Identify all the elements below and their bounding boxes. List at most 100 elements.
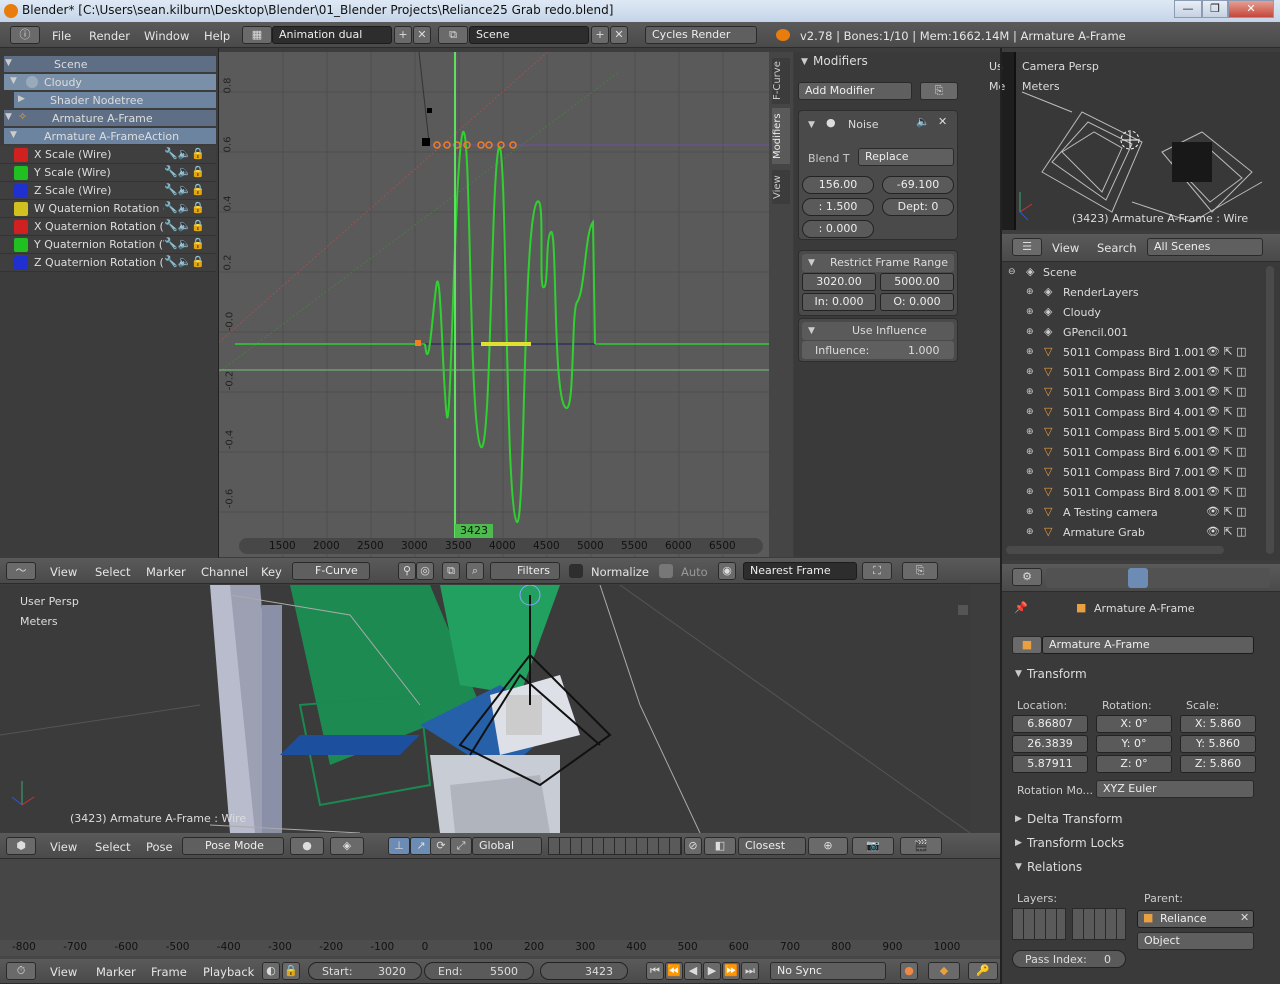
range-start-field[interactable]: 3020.00 — [802, 273, 876, 291]
outliner-visibility-icons[interactable]: 👁 ⇱ ◫ — [1206, 485, 1247, 498]
fcurve-channel-icons[interactable]: 🔧🔈🔒 — [164, 237, 206, 250]
expand-armature-icon[interactable]: ▼ — [5, 112, 12, 122]
render-engine-dropdown[interactable]: Cycles Render — [645, 26, 757, 44]
fcurve-visibility-toggle[interactable] — [14, 148, 28, 162]
auto-snap-dropdown[interactable]: Nearest Frame — [743, 562, 857, 580]
outliner-expand-icon[interactable]: ⊕ — [1026, 487, 1034, 497]
outliner-expand-icon[interactable]: ⊕ — [1026, 347, 1034, 357]
timeline-menu-marker[interactable]: Marker — [96, 965, 136, 979]
copy-modifier-button[interactable]: ⎘ — [920, 82, 958, 100]
next-key-icon[interactable]: ⏩ — [722, 962, 740, 980]
noise-strength-field[interactable]: : 1.500 — [802, 198, 874, 216]
render-preview-icon[interactable]: 📷 — [852, 837, 894, 855]
outliner-hscroll[interactable] — [1006, 546, 1224, 554]
copy-icon[interactable]: ⎘ — [902, 562, 938, 580]
outliner-expand-icon[interactable]: ⊕ — [1026, 507, 1034, 517]
3d-editor-icon[interactable]: ⬢ — [6, 837, 36, 855]
expand-action-icon[interactable]: ▼ — [10, 130, 17, 140]
lock-range-icon[interactable]: 🔒 — [282, 962, 300, 980]
blend-type-dropdown[interactable]: Replace — [858, 148, 954, 166]
outliner-expand-icon[interactable]: ⊕ — [1026, 287, 1034, 297]
timeline-editor-icon[interactable]: ⏱ — [6, 962, 36, 980]
outliner-visibility-icons[interactable]: 👁 ⇱ ◫ — [1206, 425, 1247, 438]
layers-grid-a[interactable] — [1012, 908, 1066, 940]
outliner-expand-icon[interactable]: ⊕ — [1026, 387, 1034, 397]
view-all-icon[interactable]: ⛶ — [862, 562, 892, 580]
delta-transform-header[interactable]: Delta Transform — [1027, 812, 1123, 826]
fcurve-visibility-toggle[interactable] — [14, 202, 28, 216]
opengl-render-icon[interactable]: 🎬 — [900, 837, 942, 855]
auto-checkbox[interactable] — [659, 564, 673, 578]
scene-field[interactable]: Scene — [469, 26, 589, 44]
snap-options-icon[interactable]: ⊕ — [808, 837, 848, 855]
outliner-expand-icon[interactable]: ⊕ — [1026, 447, 1034, 457]
keying-set-icon[interactable]: 🔑 — [968, 962, 998, 980]
outliner-visibility-icons[interactable]: 👁 ⇱ ◫ — [1206, 385, 1247, 398]
filters-button[interactable]: Filters — [490, 562, 560, 580]
noise-phase-field[interactable]: -69.100 — [882, 176, 954, 194]
object-name-field[interactable]: Armature A-Frame — [1042, 636, 1254, 654]
menu-help[interactable]: Help — [204, 29, 230, 43]
viewport-menu-view[interactable]: View — [50, 840, 77, 854]
fcurve-visibility-toggle[interactable] — [14, 166, 28, 180]
outliner-expand-icon[interactable]: ⊕ — [1026, 407, 1034, 417]
prev-key-icon[interactable]: ⏪ — [665, 962, 683, 980]
noise-scale-field[interactable]: 156.00 — [802, 176, 874, 194]
graph-menu-marker[interactable]: Marker — [146, 565, 186, 579]
tab-modifiers[interactable]: Modifiers — [772, 108, 790, 164]
outliner-expand-icon[interactable]: ⊕ — [1026, 367, 1034, 377]
rot-field[interactable]: X: 0° — [1096, 715, 1172, 733]
scene-add-button[interactable]: + — [591, 26, 609, 44]
rotate-manipulator[interactable]: ⟳ — [430, 837, 452, 855]
rot-field[interactable]: Y: 0° — [1096, 735, 1172, 753]
pivot-icon[interactable]: ◉ — [718, 562, 736, 580]
influence-collapse-icon[interactable]: ▼ — [808, 326, 815, 336]
outliner-visibility-icons[interactable]: 👁 ⇱ ◫ — [1206, 365, 1247, 378]
graph-menu-key[interactable]: Key — [261, 565, 282, 579]
outliner-expand-icon[interactable]: ⊖ — [1008, 267, 1016, 277]
blend-in-field[interactable]: In: 0.000 — [802, 293, 876, 311]
snap-toggle-icon[interactable]: ◧ — [704, 837, 736, 855]
fcurve-channel-icons[interactable]: 🔧🔈🔒 — [164, 255, 206, 268]
outliner-expand-icon[interactable]: ⊕ — [1026, 327, 1034, 337]
clear-parent-icon[interactable]: ✕ — [1240, 911, 1249, 924]
outliner-visibility-icons[interactable]: 👁 ⇱ ◫ — [1206, 345, 1247, 358]
outliner-visibility-icons[interactable]: 👁 ⇱ ◫ — [1206, 405, 1247, 418]
viewport-menu-select[interactable]: Select — [95, 840, 130, 854]
delta-collapse-icon[interactable]: ▶ — [1015, 814, 1022, 824]
keyframe-type-icon[interactable]: ◆ — [928, 962, 960, 980]
search-icon[interactable]: ⌕ — [466, 562, 484, 580]
speaker-icon[interactable]: 🔈 — [916, 115, 930, 128]
relations-header[interactable]: Relations — [1027, 860, 1082, 874]
delete-modifier-icon[interactable]: ✕ — [938, 115, 947, 128]
relations-collapse-icon[interactable]: ▼ — [1015, 862, 1022, 872]
properties-tab-strip[interactable] — [1046, 568, 1270, 588]
outliner-visibility-icons[interactable]: 👁 ⇱ ◫ — [1206, 465, 1247, 478]
loc-field[interactable]: 6.86807 — [1012, 715, 1088, 733]
rot-field[interactable]: Z: 0° — [1096, 755, 1172, 773]
timeline-menu-frame[interactable]: Frame — [151, 965, 187, 979]
menu-render[interactable]: Render — [89, 29, 130, 43]
scale-field[interactable]: X: 5.860 — [1180, 715, 1256, 733]
graph-editor[interactable] — [219, 52, 769, 557]
loc-field[interactable]: 5.87911 — [1012, 755, 1088, 773]
transform-locks-header[interactable]: Transform Locks — [1027, 836, 1124, 850]
camera-viewport[interactable] — [1002, 52, 1280, 230]
fcurve-channel-icons[interactable]: 🔧🔈🔒 — [164, 165, 206, 178]
transform-orientation-dropdown[interactable]: Global — [472, 837, 542, 855]
snap-target-dropdown[interactable]: Closest — [738, 837, 806, 855]
graph-mode-dropdown[interactable]: F-Curve — [292, 562, 370, 580]
layout-field[interactable]: Animation dual — [272, 26, 392, 44]
outliner-search-menu[interactable]: Search — [1097, 241, 1137, 255]
collapse-noise-icon[interactable]: ▼ — [808, 120, 815, 130]
outliner-expand-icon[interactable]: ⊕ — [1026, 527, 1034, 537]
restrict-collapse-icon[interactable]: ▼ — [808, 258, 815, 268]
expand-scene-icon[interactable]: ▼ — [5, 58, 12, 68]
shading-dropdown[interactable]: ● — [290, 837, 324, 855]
jump-end-icon[interactable]: ⏭ — [741, 962, 759, 980]
sync-mode-dropdown[interactable]: No Sync — [770, 962, 886, 980]
timeline-menu-view[interactable]: View — [50, 965, 77, 979]
layer-buttons[interactable] — [548, 837, 682, 855]
object-tab-active[interactable] — [1128, 568, 1148, 588]
viewport-menu-pose[interactable]: Pose — [146, 840, 173, 854]
